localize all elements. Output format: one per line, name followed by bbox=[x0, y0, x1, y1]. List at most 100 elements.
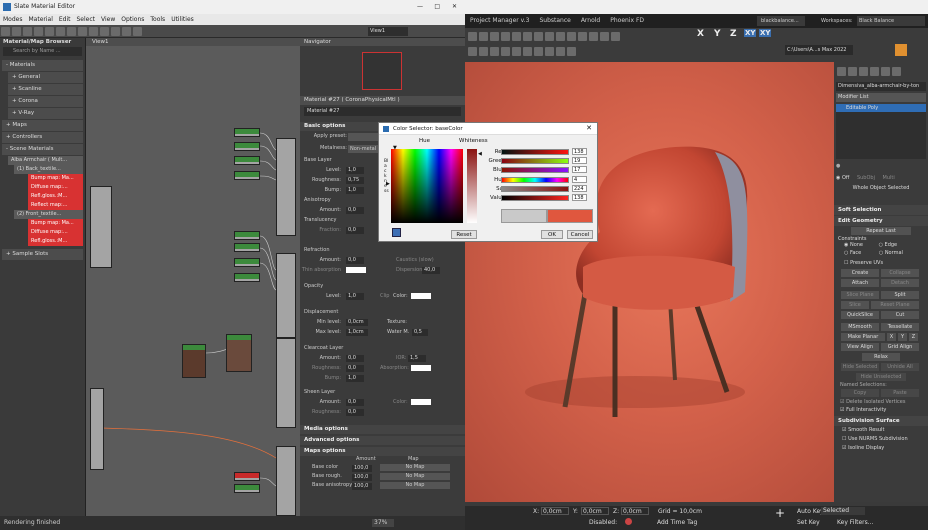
redo-icon[interactable] bbox=[479, 32, 488, 41]
menu-phoenix[interactable]: Phoenix FD bbox=[605, 14, 649, 28]
map-row-amount[interactable]: 100,0 bbox=[352, 473, 372, 481]
create-tab-icon[interactable] bbox=[837, 67, 846, 76]
edit-geometry-header[interactable]: Edit Geometry bbox=[834, 216, 928, 226]
mirror-icon[interactable] bbox=[600, 32, 609, 41]
max-level-input[interactable]: 1,0cm bbox=[346, 328, 368, 336]
hue-slider[interactable] bbox=[501, 177, 569, 183]
view-align-button[interactable]: View Align bbox=[841, 343, 879, 351]
map-node[interactable] bbox=[234, 171, 260, 180]
scene-material-item[interactable]: Diffuse map:... bbox=[28, 183, 83, 192]
bitmap-preview-node[interactable] bbox=[226, 334, 252, 372]
motion-tab-icon[interactable] bbox=[870, 67, 879, 76]
show-background-icon[interactable] bbox=[89, 27, 98, 36]
sheen-color-swatch[interactable] bbox=[411, 399, 431, 405]
copy-button[interactable]: Copy bbox=[841, 389, 879, 397]
scene-material-item[interactable]: Refl.gloss.:M... bbox=[28, 237, 83, 246]
show-map-icon[interactable] bbox=[78, 27, 87, 36]
render-icon[interactable] bbox=[512, 47, 521, 56]
opacity-color-swatch[interactable] bbox=[411, 293, 431, 299]
unlink-icon[interactable] bbox=[501, 32, 510, 41]
opacity-level-input[interactable]: 1,0 bbox=[346, 292, 364, 300]
reset-plane-button[interactable]: Reset Plane bbox=[871, 301, 919, 309]
clearcoat-roughness-input[interactable]: 0,0 bbox=[346, 364, 364, 372]
user-account[interactable]: blackbalance... bbox=[757, 16, 805, 26]
add-time-tag-button[interactable]: Add Time Tag bbox=[657, 519, 697, 526]
scene-material-item[interactable]: (1) Back_textile... bbox=[14, 165, 83, 174]
soft-selection-header[interactable]: Soft Selection bbox=[834, 205, 928, 215]
sheen-roughness-input[interactable]: 0,0 bbox=[346, 408, 364, 416]
menu-tools[interactable]: Tools bbox=[147, 14, 168, 25]
value-slider[interactable] bbox=[501, 195, 569, 201]
scene-material-item[interactable]: Diffuse map:... bbox=[28, 228, 83, 237]
angle-snap-icon[interactable] bbox=[589, 32, 598, 41]
browser-maps[interactable]: + Maps bbox=[2, 120, 83, 131]
corona-icon[interactable] bbox=[523, 47, 532, 56]
light-icon[interactable] bbox=[468, 47, 477, 56]
axis-z[interactable]: Z bbox=[730, 29, 737, 39]
navigator-icon[interactable] bbox=[133, 27, 142, 36]
corona-material-node[interactable] bbox=[276, 446, 296, 516]
map-row-label[interactable]: Base anisotropy bbox=[312, 481, 352, 490]
axis-xy-2[interactable]: XY bbox=[759, 29, 772, 37]
select-filter-icon[interactable] bbox=[512, 32, 521, 41]
hide-unselected-button[interactable]: Hide Unselected bbox=[856, 373, 906, 381]
red-slider[interactable] bbox=[501, 149, 569, 155]
paste-button[interactable]: Paste bbox=[881, 389, 919, 397]
relax-button[interactable]: Relax bbox=[862, 353, 900, 361]
pick-material-icon[interactable] bbox=[12, 27, 21, 36]
menu-options[interactable]: Options bbox=[118, 14, 147, 25]
menu-modes[interactable]: Modes bbox=[0, 14, 25, 25]
scene-material-item[interactable]: Alba Armchair ( Mult... bbox=[8, 156, 83, 165]
map-row-label[interactable]: Base rough. bbox=[312, 472, 342, 481]
caustics-label[interactable]: Caustics (slow) bbox=[396, 255, 434, 265]
quickslice-button[interactable]: QuickSlice bbox=[841, 311, 879, 319]
attach-button[interactable]: Attach bbox=[841, 279, 879, 287]
zoom-level[interactable]: 37% bbox=[372, 519, 394, 527]
tessellate-button[interactable]: Tessellate bbox=[881, 323, 919, 331]
record-icon[interactable] bbox=[625, 518, 632, 525]
minimize-icon[interactable]: — bbox=[417, 0, 423, 14]
multi-material-node[interactable] bbox=[90, 186, 112, 268]
display-tab-icon[interactable] bbox=[881, 67, 890, 76]
water-level-input[interactable]: 0,5 bbox=[412, 328, 428, 336]
modifier-list-dropdown[interactable]: Modifier List bbox=[836, 93, 926, 102]
level-input[interactable]: 1,0 bbox=[346, 166, 364, 174]
scene-material-item[interactable]: Reflect map:... bbox=[28, 201, 83, 210]
hue-marker-icon[interactable]: ▼ bbox=[393, 145, 397, 151]
set-key-button[interactable]: Set Key bbox=[797, 519, 820, 526]
split-button[interactable]: Split bbox=[881, 291, 919, 299]
project-path[interactable]: C:\Users\A...s Max 2022 bbox=[785, 45, 853, 55]
hide-selected-button[interactable]: Hide Selected bbox=[841, 363, 879, 371]
red-value[interactable]: 138 bbox=[572, 148, 587, 155]
view-dropdown[interactable]: View1 bbox=[368, 27, 408, 36]
browser-sample-slots[interactable]: + Sample Slots bbox=[2, 249, 83, 260]
browser-corona[interactable]: + Corona bbox=[8, 96, 83, 107]
browser-controllers[interactable]: + Controllers bbox=[2, 132, 83, 143]
menu-project-manager[interactable]: Project Manager v.3 bbox=[465, 14, 534, 28]
dispersion-input[interactable]: 40,0 bbox=[422, 266, 440, 274]
map-node[interactable] bbox=[234, 258, 260, 267]
move-icon[interactable] bbox=[545, 32, 554, 41]
min-level-input[interactable]: 0,0cm bbox=[346, 318, 368, 326]
map-node[interactable] bbox=[234, 484, 260, 493]
map-node[interactable] bbox=[234, 156, 260, 165]
corona-material-node[interactable] bbox=[276, 138, 296, 236]
snap-icon[interactable] bbox=[578, 32, 587, 41]
subobj-label[interactable]: SubObj bbox=[857, 175, 875, 181]
create-button[interactable]: Create bbox=[841, 269, 879, 277]
axis-y[interactable]: Y bbox=[714, 29, 721, 39]
hide-unused-icon[interactable] bbox=[67, 27, 76, 36]
object-name-input[interactable]: Dimensiva_alba-armchair-by-ton bbox=[836, 82, 926, 91]
clearcoat-bump-input[interactable]: 1,0 bbox=[346, 374, 364, 382]
material-node[interactable] bbox=[90, 388, 104, 470]
roughness-input[interactable]: 0,75 bbox=[346, 176, 364, 184]
y-coordinate[interactable]: 0,0cm bbox=[581, 507, 609, 515]
corona-material-node[interactable] bbox=[276, 253, 296, 338]
selected-dropdown[interactable]: Selected bbox=[821, 507, 865, 515]
eyedropper-icon[interactable] bbox=[392, 228, 401, 237]
menu-edit[interactable]: Edit bbox=[56, 14, 74, 25]
link-icon[interactable] bbox=[490, 32, 499, 41]
scale-icon[interactable] bbox=[567, 32, 576, 41]
browser-general[interactable]: + General bbox=[8, 72, 83, 83]
detach-button[interactable]: Detach bbox=[881, 279, 919, 287]
